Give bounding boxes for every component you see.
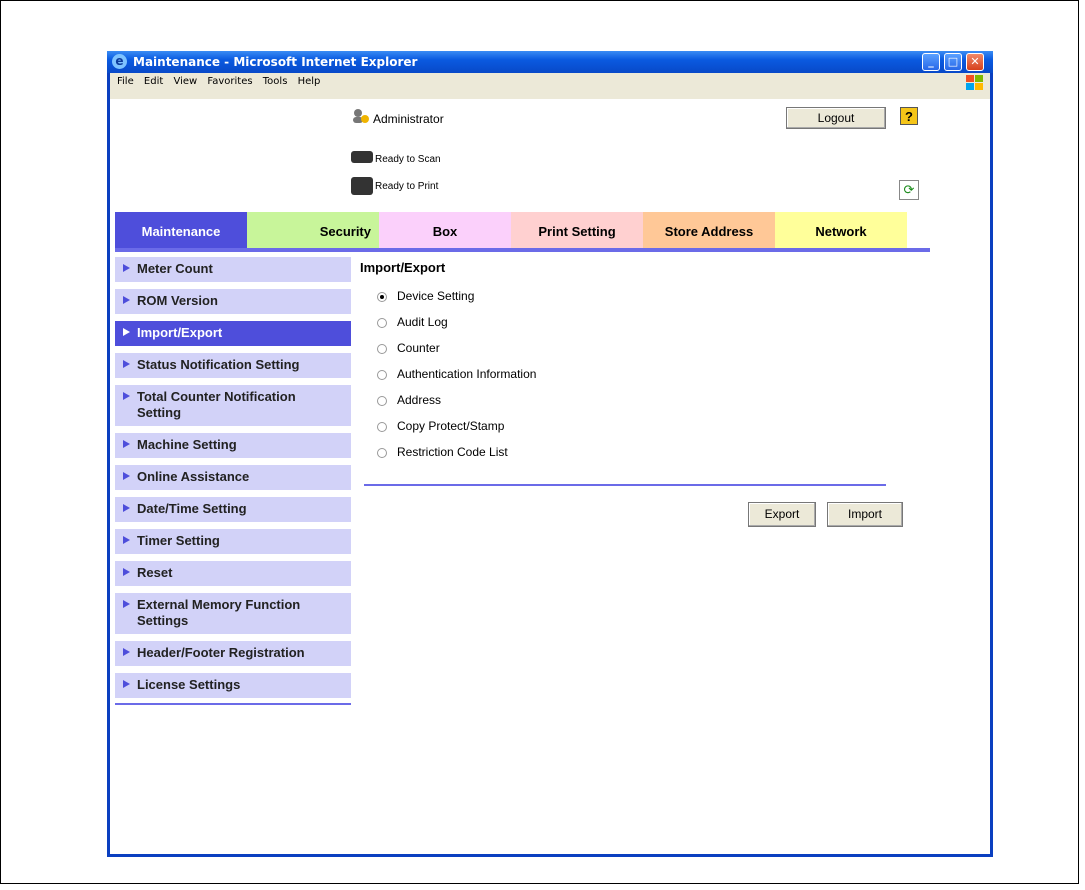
sidebar-item-online-assistance[interactable]: Online Assistance [115,465,351,492]
radio-button[interactable] [377,318,387,328]
sidebar-item-date-time-setting[interactable]: Date/Time Setting [115,497,351,524]
tab-store-address[interactable]: Store Address [643,212,775,248]
sidebar-item-license-settings[interactable]: License Settings [115,673,351,700]
menu-view[interactable]: View [173,73,197,91]
arrow-icon [123,600,130,608]
sidebar-item-label: Reset [137,565,173,580]
scan-status: Ready to Scan [375,154,441,165]
sidebar-divider [115,703,351,705]
sidebar-item-label: License Settings [137,677,241,692]
tab-underline [115,248,930,252]
radio-button[interactable] [377,422,387,432]
sidebar-item-label: Status Notification Setting [137,357,300,372]
menu-bar: File Edit View Favorites Tools Help [110,73,990,99]
menu-file[interactable]: File [117,73,134,91]
arrow-icon [123,360,130,368]
tab-network[interactable]: Network [775,212,907,248]
radio-button[interactable] [377,396,387,406]
help-icon[interactable]: ? [900,107,918,125]
sidebar-item-external-memory[interactable]: External Memory Function Settings [115,593,351,636]
tab-print-setting[interactable]: Print Setting [511,212,643,248]
radio-button[interactable] [377,370,387,380]
sidebar-item-label: Import/Export [137,325,223,340]
arrow-icon [123,648,130,656]
arrow-icon [123,568,130,576]
printer-icon [351,177,373,195]
option-label: Copy Protect/Stamp [397,419,505,433]
export-button[interactable]: Export [748,502,816,527]
arrow-icon [123,328,130,336]
tab-maintenance[interactable]: Maintenance [115,212,247,248]
print-status: Ready to Print [375,181,439,192]
arrow-icon [123,536,130,544]
menu-help[interactable]: Help [298,73,321,91]
option-label: Restriction Code List [397,445,508,459]
sidebar-item-label: Machine Setting [137,437,237,452]
arrow-icon [123,296,130,304]
arrow-icon [123,472,130,480]
sidebar-item-label: Header/Footer Registration [137,645,305,660]
close-button[interactable]: ✕ [966,53,984,71]
arrow-icon [123,504,130,512]
option-label: Address [397,393,442,407]
arrow-icon [123,392,130,400]
internet-explorer-icon: e [112,54,127,69]
radio-button[interactable] [377,292,387,302]
sidebar-item-reset[interactable]: Reset [115,561,351,588]
sidebar-item-label: Timer Setting [137,533,220,548]
window-title: Maintenance - Microsoft Internet Explore… [133,55,418,69]
windows-flag-icon [966,75,984,91]
import-button[interactable]: Import [827,502,903,527]
menu-favorites[interactable]: Favorites [207,73,252,91]
sidebar: Meter Count ROM Version Import/Export St… [115,257,351,700]
radio-button[interactable] [377,448,387,458]
refresh-icon[interactable]: ⟳ [899,180,919,200]
page-content: Administrator Logout ? Ready to Scan Rea… [110,99,990,854]
option-label: Device Setting [397,289,475,303]
sidebar-item-label: ROM Version [137,293,218,308]
radio-button[interactable] [377,344,387,354]
arrow-icon [123,440,130,448]
arrow-icon [123,680,130,688]
sidebar-item-meter-count[interactable]: Meter Count [115,257,351,284]
administrator-icon [351,108,369,124]
menu-tools[interactable]: Tools [263,73,288,91]
sidebar-item-total-counter-notification[interactable]: Total Counter Notification Setting [115,385,351,428]
tab-bar: Maintenance Security Box Print Setting S… [115,212,930,248]
sidebar-item-machine-setting[interactable]: Machine Setting [115,433,351,460]
tab-box[interactable]: Box [379,212,511,248]
section-title: Import/Export [360,260,446,275]
sidebar-item-label: Online Assistance [137,469,250,484]
sidebar-item-label: External Memory Function Settings [137,597,301,628]
sidebar-item-status-notification[interactable]: Status Notification Setting [115,353,351,380]
sidebar-item-label: Total Counter Notification Setting [137,389,296,420]
title-bar: e Maintenance - Microsoft Internet Explo… [107,51,993,73]
maximize-button[interactable]: □ [944,53,962,71]
sidebar-item-timer-setting[interactable]: Timer Setting [115,529,351,556]
scanner-icon [351,151,373,163]
option-label: Authentication Information [397,367,537,381]
option-label: Audit Log [397,315,448,329]
sidebar-item-header-footer[interactable]: Header/Footer Registration [115,641,351,668]
user-name: Administrator [373,112,444,126]
tab-security[interactable]: Security [247,212,379,248]
sidebar-item-rom-version[interactable]: ROM Version [115,289,351,316]
sidebar-item-label: Meter Count [137,261,213,276]
sidebar-item-label: Date/Time Setting [137,501,247,516]
minimize-button[interactable]: _ [922,53,940,71]
menu-edit[interactable]: Edit [144,73,163,91]
content-divider [364,484,886,486]
arrow-icon [123,264,130,272]
logout-button[interactable]: Logout [786,107,886,129]
option-label: Counter [397,341,440,355]
sidebar-item-import-export[interactable]: Import/Export [115,321,351,348]
